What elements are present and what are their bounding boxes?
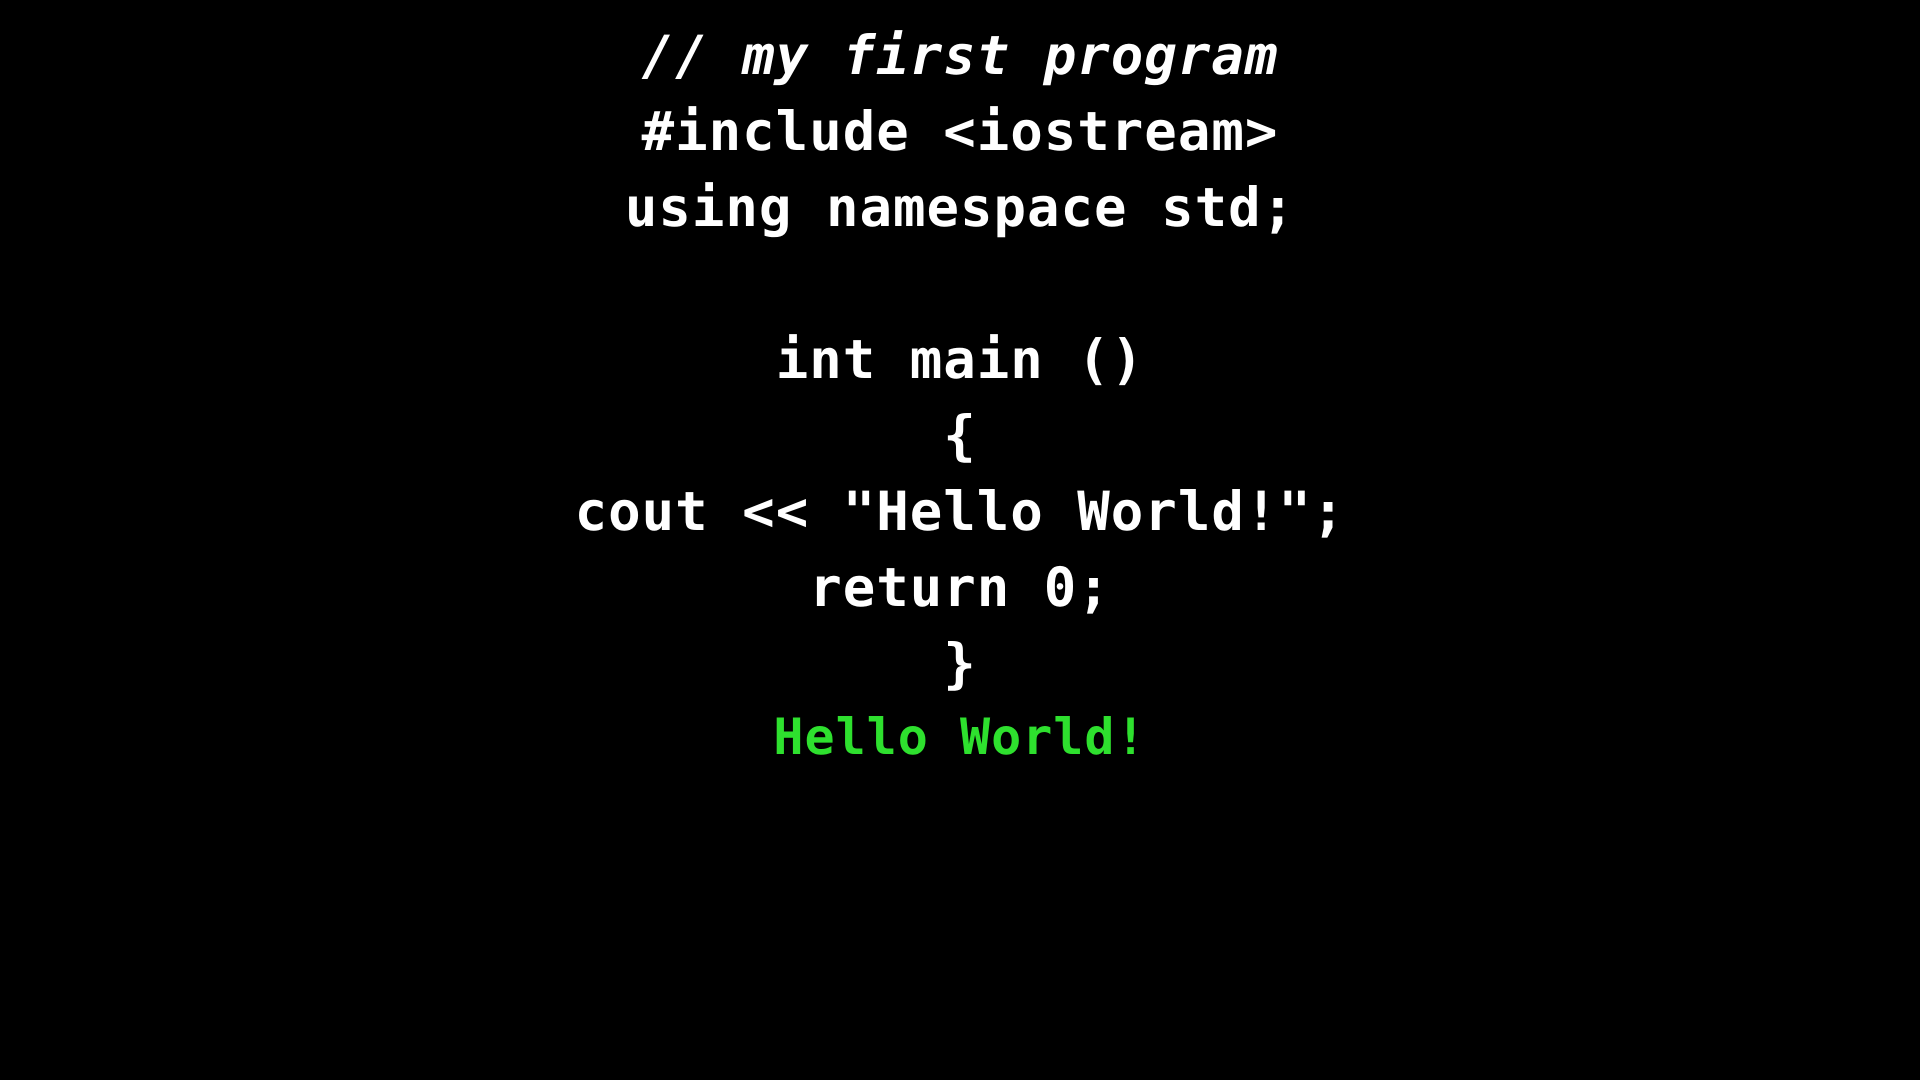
code-line-brace-close: } xyxy=(943,632,977,695)
program-output-text: Hello World! xyxy=(773,708,1147,766)
code-line-using: using namespace std; xyxy=(624,176,1296,239)
terminal-screen: // my first program #include <iostream> … xyxy=(0,0,1920,1080)
code-line-return: return 0; xyxy=(809,556,1111,619)
source-code-block: // my first program #include <iostream> … xyxy=(0,18,1920,702)
code-line-main: int main () xyxy=(775,328,1145,391)
code-line-include: #include <iostream> xyxy=(641,100,1279,163)
code-line-cout: cout << "Hello World!"; xyxy=(574,480,1346,543)
code-line-comment: // my first program xyxy=(641,24,1279,87)
program-output-block: Hello World! xyxy=(0,703,1920,771)
code-line-brace-open: { xyxy=(943,404,977,467)
